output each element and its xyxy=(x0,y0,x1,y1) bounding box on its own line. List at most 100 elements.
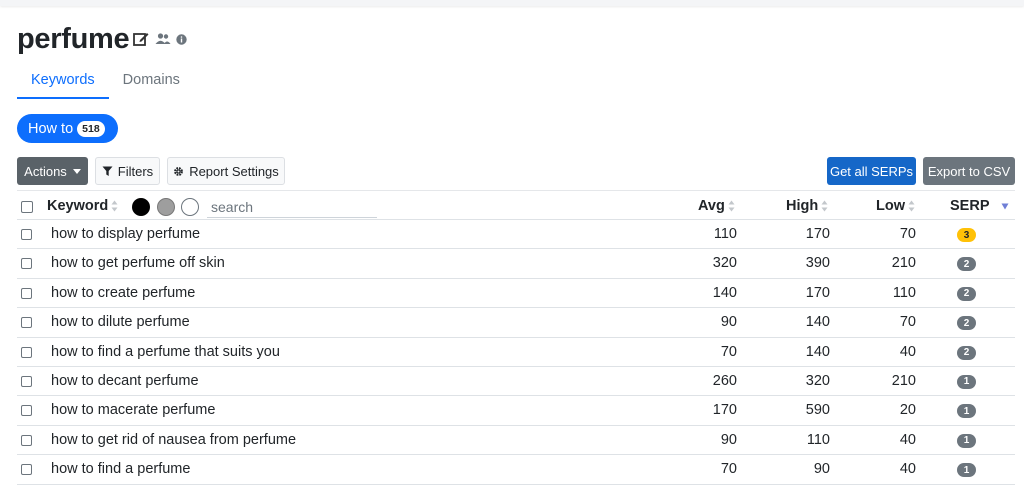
keyword-cell: how to get rid of nausea from perfume xyxy=(51,431,297,448)
low-cell: 70 xyxy=(899,226,916,242)
row-checkbox[interactable] xyxy=(21,346,32,358)
row-checkbox[interactable] xyxy=(21,229,32,240)
report-settings-label: Report Settings xyxy=(189,163,279,179)
keyword-cell: how to find a perfume xyxy=(51,461,191,478)
color-filter-white[interactable] xyxy=(181,198,199,216)
color-filter-gray[interactable] xyxy=(157,198,175,216)
row-checkbox[interactable] xyxy=(21,287,32,299)
tab-domains[interactable]: Domains xyxy=(109,66,194,99)
high-cell: 590 xyxy=(805,402,830,419)
avg-cell: 90 xyxy=(720,431,737,448)
header-low-label: Low xyxy=(876,198,905,214)
serp-badge[interactable]: 1 xyxy=(957,463,976,478)
low-cell: 40 xyxy=(899,343,916,360)
table-row[interactable]: how to find a perfume that suits you 70 14… xyxy=(17,338,1015,367)
actions-dropdown-button[interactable]: Actions xyxy=(17,157,88,185)
table-row[interactable]: how to macerate perfume 170 590 20 1 xyxy=(17,396,1015,426)
high-cell: 170 xyxy=(805,226,830,242)
high-cell: 110 xyxy=(806,431,830,448)
row-checkbox[interactable] xyxy=(21,258,32,270)
avg-cell: 140 xyxy=(712,284,737,301)
serp-badge[interactable]: 2 xyxy=(957,286,976,301)
sort-icon xyxy=(111,200,118,212)
low-cell: 210 xyxy=(891,255,916,272)
serp-badge[interactable]: 2 xyxy=(957,316,976,331)
header-serp[interactable]: SERP xyxy=(950,198,990,214)
keyword-cell: how to find a perfume that suits you xyxy=(51,343,280,360)
serp-badge[interactable]: 1 xyxy=(957,374,976,389)
export-csv-button[interactable]: Export to CSV xyxy=(923,157,1015,185)
keyword-cell: how to display perfume xyxy=(51,226,201,242)
top-bar xyxy=(0,0,1024,6)
keyword-cell: how to create perfume xyxy=(51,284,196,301)
header-keyword[interactable]: Keyword xyxy=(47,198,118,214)
table-body: how to display perfume 110 170 70 3 how to ge… xyxy=(17,220,1015,485)
high-cell: 390 xyxy=(805,255,830,272)
table-row[interactable]: how to create perfume 140 170 110 2 xyxy=(17,279,1015,309)
keyword-cell: how to macerate perfume xyxy=(51,402,216,419)
tab-bar: Keywords Domains xyxy=(17,66,194,99)
avg-cell: 260 xyxy=(712,372,737,389)
avg-cell: 90 xyxy=(720,314,737,331)
table-row[interactable]: how to display perfume 110 170 70 3 xyxy=(17,220,1015,250)
keyword-search-input[interactable] xyxy=(207,197,377,218)
sort-icon xyxy=(821,200,828,212)
table-row[interactable]: how to get rid of nausea from perfume 90 1… xyxy=(17,426,1015,456)
sort-descending-icon[interactable] xyxy=(1001,203,1009,210)
header-low[interactable]: Low xyxy=(876,198,915,214)
serp-badge[interactable]: 3 xyxy=(957,228,976,242)
serp-badge[interactable]: 2 xyxy=(957,257,976,272)
select-all-checkbox[interactable] xyxy=(21,201,33,213)
filter-icon xyxy=(102,166,113,176)
filters-button[interactable]: Filters xyxy=(95,157,160,185)
high-cell: 170 xyxy=(805,284,830,301)
report-settings-button[interactable]: Report Settings xyxy=(167,157,285,185)
row-checkbox[interactable] xyxy=(21,434,32,446)
group-pill-count: 518 xyxy=(77,120,105,137)
group-pill-label: How to xyxy=(28,120,74,137)
high-cell: 140 xyxy=(805,314,830,331)
group-pill-how-to[interactable]: How to 518 xyxy=(17,114,118,143)
avg-cell: 70 xyxy=(720,461,737,478)
filters-label: Filters xyxy=(117,163,154,179)
color-filter-black[interactable] xyxy=(132,198,150,216)
gear-icon xyxy=(174,166,184,176)
table-row[interactable]: how to decant perfume 260 320 210 1 xyxy=(17,367,1015,397)
keyword-cell: how to get perfume off skin xyxy=(51,255,225,272)
actions-label: Actions xyxy=(24,163,67,179)
users-icon[interactable] xyxy=(155,32,171,46)
serp-badge[interactable]: 1 xyxy=(957,433,976,448)
serp-badge[interactable]: 1 xyxy=(957,404,976,419)
header-high[interactable]: High xyxy=(786,198,828,214)
low-cell: 210 xyxy=(891,372,916,389)
row-checkbox[interactable] xyxy=(21,405,32,417)
page-title: perfume xyxy=(17,22,130,55)
low-cell: 70 xyxy=(899,314,916,331)
table-header: Keyword Avg High Low SERP xyxy=(17,190,1015,220)
avg-cell: 110 xyxy=(713,226,737,242)
header-avg[interactable]: Avg xyxy=(698,198,735,214)
low-cell: 110 xyxy=(892,284,916,301)
row-checkbox[interactable] xyxy=(21,464,32,476)
table-row[interactable]: how to get perfume off skin 320 390 210 2 xyxy=(17,249,1015,279)
keywords-table: Keyword Avg High Low SERP xyxy=(17,190,1015,485)
row-checkbox[interactable] xyxy=(21,375,32,387)
keyword-cell: how to decant perfume xyxy=(51,372,199,389)
high-cell: 140 xyxy=(805,343,830,360)
table-row[interactable]: how to dilute perfume 90 140 70 2 xyxy=(17,308,1015,338)
header-high-label: High xyxy=(786,198,819,214)
avg-cell: 320 xyxy=(712,255,737,272)
caret-down-icon xyxy=(72,168,81,174)
serp-badge[interactable]: 2 xyxy=(957,345,976,360)
high-cell: 90 xyxy=(813,461,830,478)
row-checkbox[interactable] xyxy=(21,317,32,329)
edit-icon[interactable] xyxy=(132,30,150,48)
info-icon[interactable] xyxy=(176,33,188,45)
tab-keywords[interactable]: Keywords xyxy=(17,66,109,99)
low-cell: 40 xyxy=(899,461,916,478)
get-all-serps-button[interactable]: Get all SERPs xyxy=(827,157,916,185)
avg-cell: 170 xyxy=(712,402,737,419)
header-keyword-label: Keyword xyxy=(47,198,109,214)
table-row[interactable]: how to find a perfume 70 90 40 1 xyxy=(17,455,1015,485)
high-cell: 320 xyxy=(805,372,830,389)
